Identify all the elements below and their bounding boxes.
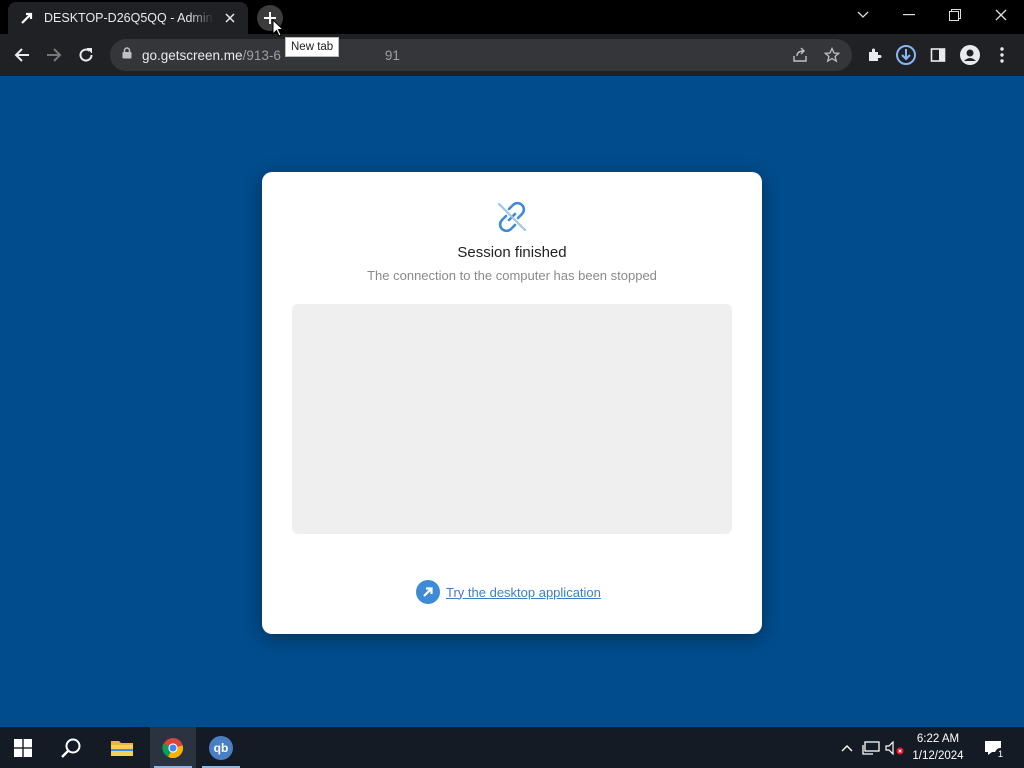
session-finished-card: Session finished The connection to the c… — [262, 172, 762, 634]
network-icon[interactable] — [860, 727, 882, 768]
share-icon[interactable] — [790, 45, 810, 65]
clock-time: 6:22 AM — [916, 733, 960, 745]
tab-search-icon[interactable] — [840, 0, 886, 30]
side-panel-icon[interactable] — [926, 43, 950, 67]
notification-count: 1 — [995, 748, 1006, 759]
windows-taskbar: qb 6:22 AM 1/12/2024 1 — [0, 727, 1024, 768]
show-hidden-icons-icon[interactable] — [838, 727, 856, 768]
session-finished-title: Session finished — [457, 244, 567, 261]
forward-button[interactable] — [40, 41, 68, 69]
try-desktop-app-link[interactable]: Try the desktop application — [446, 585, 601, 600]
minimize-icon[interactable] — [886, 0, 932, 30]
search-icon[interactable] — [48, 727, 94, 768]
menu-kebab-icon[interactable] — [990, 43, 1014, 67]
tab-title: DESKTOP-D26Q5QQ - Administ — [44, 11, 214, 25]
extensions-icon[interactable] — [862, 43, 886, 67]
browser-toolbar: go.getscreen.me/913-6 91 — [0, 34, 1024, 76]
session-finished-subtext: The connection to the computer has been … — [367, 268, 657, 283]
close-tab-icon[interactable] — [222, 10, 238, 26]
qbittorrent-icon[interactable]: qb — [198, 727, 244, 768]
desktop-app-cta[interactable]: Try the desktop application — [416, 580, 601, 604]
mouse-cursor-icon — [272, 18, 285, 42]
new-tab-tooltip: New tab — [285, 37, 340, 57]
content-placeholder — [292, 304, 732, 534]
reload-button[interactable] — [72, 41, 100, 69]
taskbar-clock[interactable]: 6:22 AM 1/12/2024 — [906, 731, 970, 765]
file-explorer-icon[interactable] — [99, 727, 145, 768]
broken-link-icon — [495, 200, 529, 234]
back-button[interactable] — [8, 41, 36, 69]
arrow-up-right-icon — [416, 580, 440, 604]
tab-bar: DESKTOP-D26Q5QQ - Administ — [0, 0, 1024, 34]
close-window-icon[interactable] — [978, 0, 1024, 30]
browser-tab[interactable]: DESKTOP-D26Q5QQ - Administ — [8, 2, 248, 34]
chrome-icon[interactable] — [150, 727, 196, 768]
favicon-icon — [20, 11, 34, 25]
bookmark-star-icon[interactable] — [822, 45, 842, 65]
lock-icon — [122, 46, 132, 64]
volume-muted-icon[interactable] — [884, 727, 906, 768]
notification-center-icon[interactable]: 1 — [980, 727, 1006, 768]
address-bar[interactable]: go.getscreen.me/913-6 91 — [110, 39, 852, 71]
clock-date: 1/12/2024 — [912, 750, 964, 762]
start-icon[interactable] — [0, 727, 46, 768]
download-icon[interactable] — [894, 43, 918, 67]
profile-avatar-icon[interactable] — [958, 43, 982, 67]
url-text: go.getscreen.me/913-6 91 — [142, 47, 400, 63]
restore-icon[interactable] — [932, 0, 978, 30]
